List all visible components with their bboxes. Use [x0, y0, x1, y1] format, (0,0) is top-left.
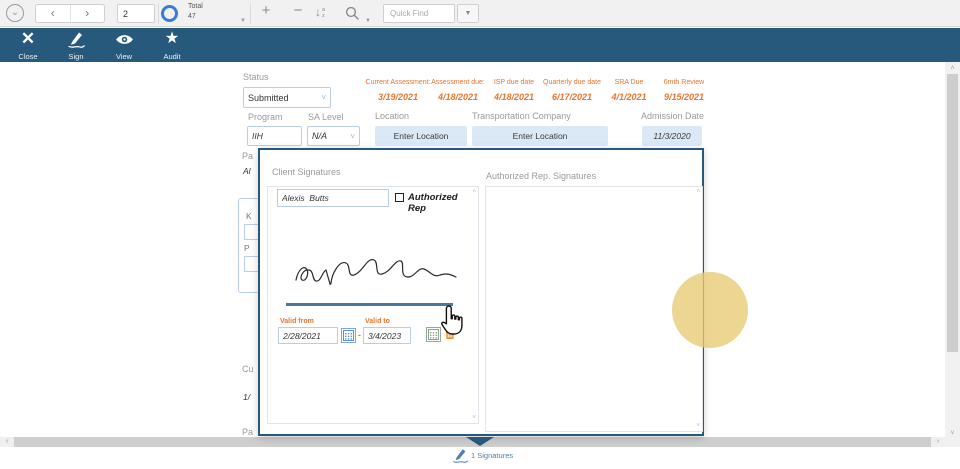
application-window: ⌄ ‹ › Total 47 ▼ + − ↓ az ▼ ▼ ✕ Clos — [0, 0, 960, 469]
chevron-down-icon: ˅ — [350, 132, 355, 141]
previous-page-button[interactable]: ‹ — [36, 5, 71, 22]
zoom-out-button[interactable]: − — [288, 2, 308, 19]
action-toolbar: ✕ Close Sign View ★ Audit — [0, 28, 960, 62]
panel-collapse-handle[interactable] — [466, 437, 494, 446]
obscured-label-fragment: Cu — [242, 364, 254, 374]
toolbar-separator — [158, 3, 159, 24]
quick-find-dropdown-button[interactable]: ▼ — [457, 4, 479, 23]
search-icon[interactable] — [345, 6, 360, 21]
due-date-current-assessment: Current Assessment: 3/19/2021 — [358, 79, 438, 102]
next-page-button[interactable]: › — [71, 5, 105, 22]
total-count: 47 — [188, 13, 196, 20]
admission-date-field[interactable]: 11/3/2020 — [642, 126, 702, 146]
valid-from-label: Valid from — [280, 318, 314, 325]
sign-pen-icon — [67, 30, 86, 48]
due-date-assessment-due: Assessment due: 4/18/2021 — [430, 79, 486, 102]
view-button[interactable]: View — [102, 30, 146, 61]
close-button[interactable]: ✕ Close — [6, 30, 50, 61]
signature-drawing — [290, 250, 462, 292]
panel-scroll-down-icon[interactable]: ˅ — [696, 423, 700, 429]
sort-button[interactable]: ↓ az — [315, 4, 325, 21]
star-icon: ★ — [165, 30, 179, 47]
panel-scroll-down-icon[interactable]: ˅ — [472, 415, 476, 421]
date-range-separator: - — [358, 330, 361, 340]
obscured-input-fragment — [244, 224, 259, 240]
obscured-value-fragment: 1/ — [243, 392, 250, 402]
eye-icon — [115, 33, 134, 46]
obscured-label-fragment: Pa — [242, 427, 253, 437]
valid-from-calendar-icon[interactable] — [341, 328, 356, 343]
sa-level-select[interactable]: N/A ˅ — [307, 126, 360, 146]
close-icon: ✕ — [21, 30, 35, 47]
due-date-quarterly: Quarterly due date 6/17/2021 — [542, 79, 602, 102]
sign-button[interactable]: Sign — [54, 30, 98, 61]
hscroll-left-arrow[interactable]: ‹ — [0, 437, 14, 447]
sort-arrow-icon: ↓ — [315, 4, 321, 21]
authorized-rep-checkbox-label: Authorized Rep — [408, 192, 478, 214]
signatures-modal: Client Signatures ˄ ˅ Authorized Rep Val… — [258, 148, 704, 436]
obscured-input-fragment — [244, 256, 259, 272]
audit-button[interactable]: ★ Audit — [150, 30, 194, 61]
program-input[interactable] — [247, 126, 302, 146]
chevron-down-icon: ˅ — [321, 93, 326, 102]
page-nav-group: ‹ › — [35, 4, 105, 23]
hand-cursor-icon — [438, 304, 466, 336]
total-label: Total — [188, 3, 203, 10]
total-dropdown-caret-icon[interactable]: ▼ — [240, 18, 246, 24]
due-date-isp: ISP due date 4/18/2021 — [490, 79, 538, 102]
obscured-label-fragment: P — [244, 243, 250, 253]
top-toolbar: ⌄ ‹ › Total 47 ▼ + − ↓ az ▼ ▼ — [0, 0, 960, 27]
page-number-input[interactable] — [117, 4, 155, 23]
vertical-scrollbar[interactable]: ˄ ˅ — [945, 62, 960, 447]
tutorial-highlight-circle — [672, 272, 748, 348]
valid-to-input[interactable] — [363, 327, 411, 344]
admission-date-label: Admission Date — [641, 111, 704, 121]
sort-az-icon: az — [322, 7, 325, 19]
transportation-company-label: Transportation Company — [472, 111, 571, 121]
quick-find-input[interactable] — [383, 4, 455, 23]
client-signatures-label: Client Signatures — [272, 167, 341, 177]
authorized-rep-checkbox[interactable] — [395, 193, 404, 202]
search-dropdown-caret-icon[interactable]: ▼ — [365, 18, 371, 24]
zoom-in-button[interactable]: + — [256, 2, 276, 19]
signature-row-scrollbar[interactable] — [286, 303, 453, 306]
vscroll-thumb[interactable] — [947, 74, 958, 352]
program-label: Program — [248, 112, 283, 122]
due-date-sra: SRA Due 4/1/2021 — [606, 79, 652, 102]
vscroll-up-arrow[interactable]: ˄ — [945, 65, 960, 72]
location-label: Location — [375, 111, 409, 121]
collapse-toolbar-icon[interactable]: ⌄ — [6, 4, 24, 22]
authorized-rep-signatures-label: Authorized Rep. Signatures — [486, 171, 596, 181]
obscured-label-fragment: Pa — [242, 151, 253, 161]
signatures-count-label[interactable]: 1 Signatures — [471, 451, 513, 460]
client-name-input[interactable] — [277, 189, 389, 207]
authorized-rep-signatures-panel: ˄ ˅ — [485, 186, 703, 432]
status-select[interactable]: Submitted ˅ — [243, 87, 331, 108]
obscured-value-fragment: Al — [243, 166, 251, 176]
location-button[interactable]: Enter Location — [375, 126, 467, 146]
vscroll-down-arrow[interactable]: ˅ — [945, 430, 960, 437]
transportation-location-button[interactable]: Enter Location — [472, 126, 608, 146]
valid-to-label: Valid to — [365, 318, 390, 325]
due-date-6mth-review: 6mth Review 9/15/2021 — [658, 79, 710, 102]
signatures-pen-icon — [452, 447, 469, 463]
status-label: Status — [243, 72, 269, 82]
record-count-ring-icon — [161, 5, 178, 22]
valid-from-input[interactable] — [278, 327, 338, 344]
sa-level-label: SA Level — [308, 112, 344, 122]
hscroll-right-arrow[interactable]: › — [931, 437, 945, 447]
obscured-label-fragment: K — [246, 211, 252, 221]
panel-scroll-up-icon[interactable]: ˄ — [696, 189, 700, 195]
toolbar-separator — [250, 3, 251, 24]
